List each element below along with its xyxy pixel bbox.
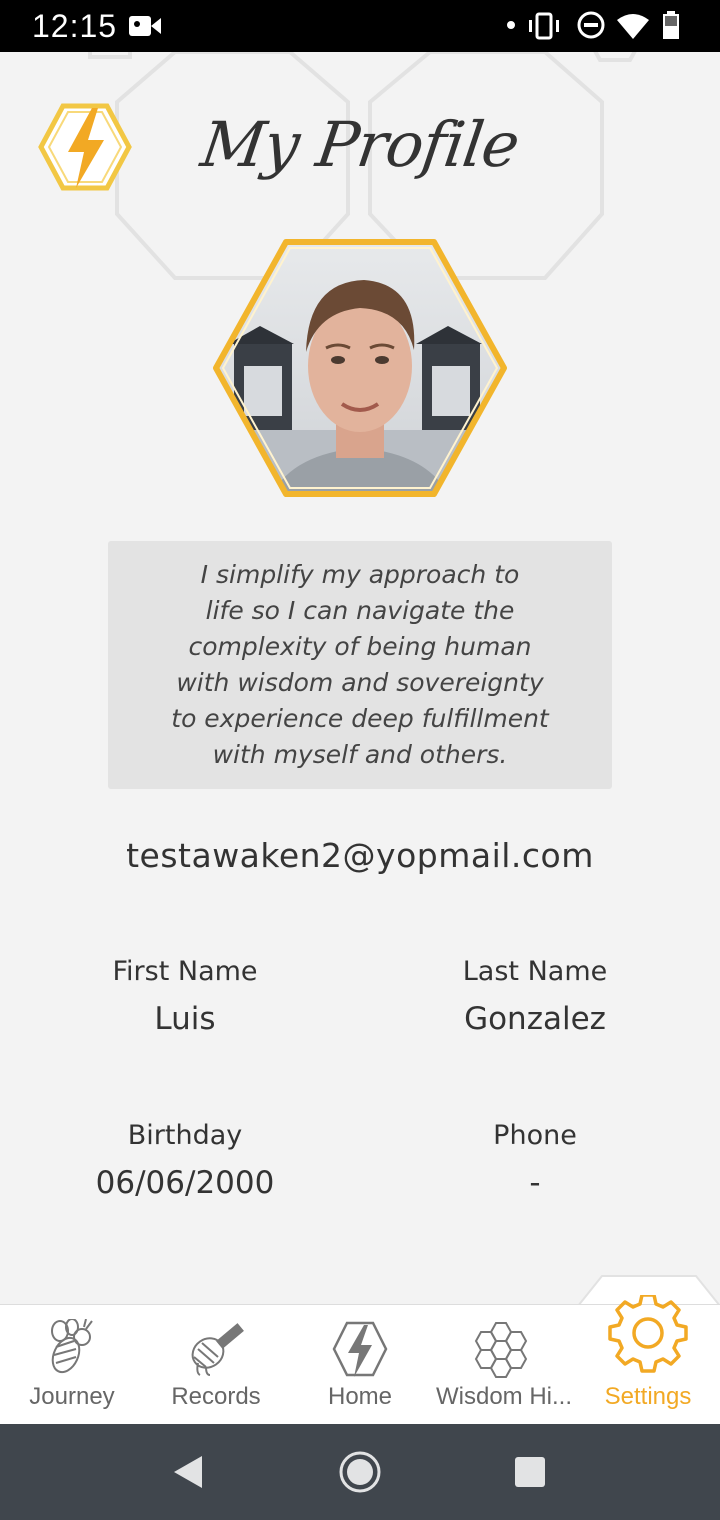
back-button[interactable] xyxy=(170,1448,206,1496)
tab-label: Records xyxy=(171,1383,261,1410)
first-name-field: First Name Luis xyxy=(15,956,355,1037)
email-text: testawaken2@yopmail.com xyxy=(126,836,594,875)
phone-label: Phone xyxy=(493,1120,577,1151)
lightning-hexagon-icon xyxy=(332,1321,388,1377)
bio-line: I simplify my approach to xyxy=(200,560,520,589)
lightning-hexagon-icon[interactable] xyxy=(38,100,132,194)
wifi-icon xyxy=(617,14,649,39)
honeycomb-icon xyxy=(474,1322,528,1378)
status-bar: 12:15 xyxy=(0,0,720,52)
tab-records[interactable]: Records xyxy=(144,1305,288,1425)
bottom-navigation: Journey Records Home Wisdom Hi... Settin… xyxy=(0,1295,720,1425)
profile-avatar[interactable] xyxy=(208,234,512,502)
recents-button[interactable] xyxy=(512,1448,548,1496)
tab-label: Home xyxy=(327,1383,393,1410)
gear-icon xyxy=(608,1295,688,1373)
last-name-field: Last Name Gonzalez xyxy=(365,956,705,1037)
page-title: My Profile xyxy=(196,108,524,181)
bee-icon xyxy=(51,1319,93,1374)
bio-line: life so I can navigate the xyxy=(205,596,515,625)
bio-line: complexity of being human xyxy=(188,632,532,661)
first-name-value: Luis xyxy=(154,1001,216,1037)
first-name-label: First Name xyxy=(112,956,258,987)
status-time: 12:15 xyxy=(32,8,118,44)
honey-dipper-icon xyxy=(191,1323,244,1376)
bio-line: with wisdom and sovereignty xyxy=(176,668,544,697)
tab-settings[interactable]: Settings xyxy=(576,1295,720,1425)
birthday-label: Birthday xyxy=(127,1120,243,1151)
tab-label: Journey xyxy=(29,1383,115,1410)
last-name-value: Gonzalez xyxy=(464,1001,606,1037)
tab-home[interactable]: Home xyxy=(288,1305,432,1425)
bio-box: I simplify my approach to life so I can … xyxy=(108,541,612,789)
phone-value: - xyxy=(529,1165,541,1201)
birthday-value: 06/06/2000 xyxy=(95,1165,275,1201)
tab-label: Wisdom Hi... xyxy=(435,1383,572,1410)
profile-screen: 12:15 My Profile I simplify my approach … xyxy=(0,0,720,1520)
bio-text: I simplify my approach to life so I can … xyxy=(171,557,548,773)
bio-line: with myself and others. xyxy=(212,740,508,769)
home-button[interactable] xyxy=(336,1448,384,1496)
dot-icon xyxy=(507,21,515,29)
video-camera-icon xyxy=(129,16,161,36)
tab-journey[interactable]: Journey xyxy=(0,1305,144,1425)
android-navigation-bar xyxy=(0,1424,720,1520)
do-not-disturb-icon xyxy=(577,11,605,39)
last-name-label: Last Name xyxy=(462,956,608,987)
vibrate-icon xyxy=(529,12,559,40)
tab-wisdom-hive[interactable]: Wisdom Hi... xyxy=(432,1305,576,1425)
battery-icon xyxy=(663,11,679,39)
bio-line: to experience deep fulfillment xyxy=(171,704,549,733)
birthday-field: Birthday 06/06/2000 xyxy=(15,1120,355,1201)
phone-field: Phone - xyxy=(365,1120,705,1201)
tab-label: Settings xyxy=(604,1383,692,1410)
